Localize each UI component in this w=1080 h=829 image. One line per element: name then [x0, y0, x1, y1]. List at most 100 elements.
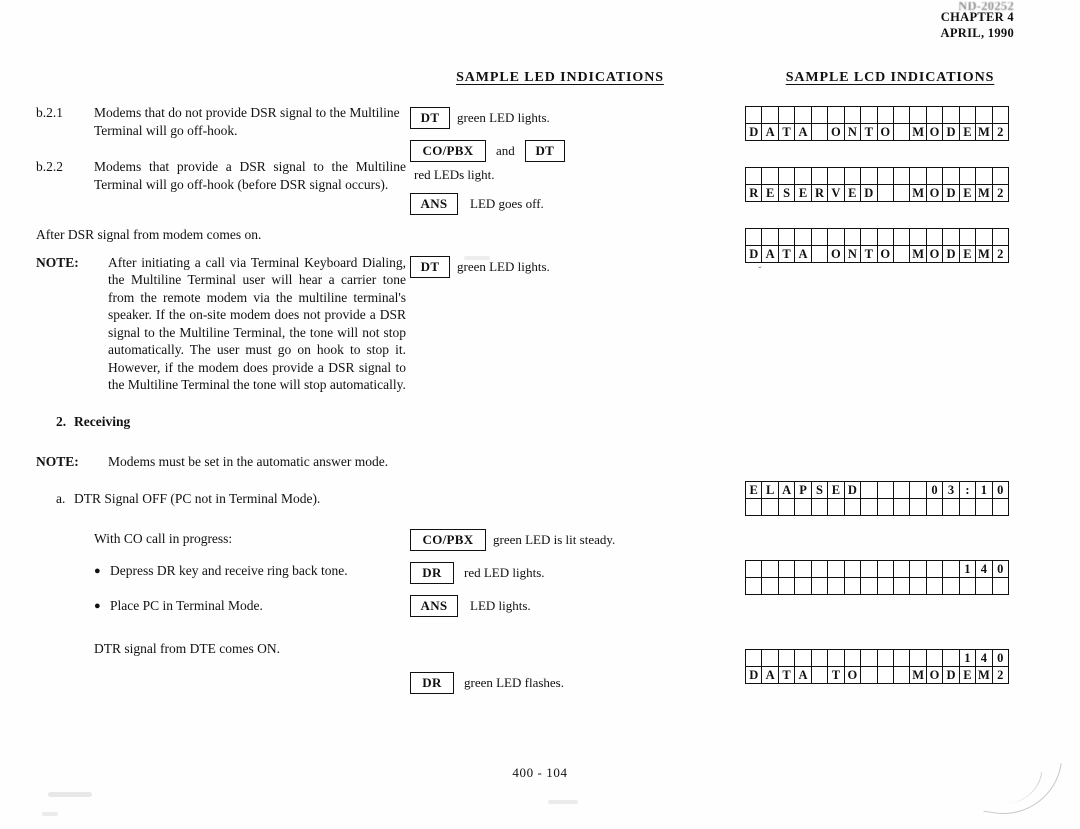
- led-indications-column: SAMPLE LED INDICATIONS DT green LED ligh…: [410, 70, 710, 704]
- lcd-cell: [744, 167, 763, 185]
- led-key-ans[interactable]: ANS: [410, 193, 458, 215]
- lcd-cell: [810, 498, 829, 516]
- lcd-cell: [991, 498, 1010, 516]
- led-key-copbx[interactable]: CO/PBX: [410, 140, 486, 162]
- lcd-cell: A: [761, 666, 779, 684]
- lcd-display-data-onto-modem2-2: DATAONTOMODEM2: [744, 228, 1010, 263]
- led-key-dt[interactable]: DT: [410, 107, 450, 129]
- section-title: Receiving: [74, 413, 131, 429]
- item-text: Modems that provide a DSR signal to the …: [94, 159, 406, 192]
- lcd-cell: [761, 560, 779, 578]
- lcd-cell: [777, 577, 796, 595]
- lcd-cell: 2: [991, 184, 1010, 202]
- lcd-cell: [810, 245, 829, 263]
- lcd-cell: 4: [975, 560, 993, 578]
- lcd-cell: [860, 666, 878, 684]
- led-entry: CO/PBX green LED is lit steady.: [410, 528, 710, 552]
- page-header: ND-20252 CHAPTER 4 APRIL, 1990: [941, 2, 1014, 41]
- lcd-cell: [958, 577, 977, 595]
- lcd-cell: T: [860, 245, 878, 263]
- lcd-cell: [777, 106, 796, 124]
- lcd-cell: [958, 106, 977, 124]
- lcd-cell: V: [827, 184, 845, 202]
- led-entry: DR red LED lights.: [410, 561, 710, 585]
- lcd-cell: O: [827, 245, 845, 263]
- lcd-cell: 4: [975, 649, 993, 667]
- lcd-cell: A: [794, 245, 812, 263]
- lcd-cell: M: [909, 123, 927, 141]
- lcd-cell: [958, 228, 977, 246]
- lcd-cell: D: [942, 184, 960, 202]
- lcd-cell: 3: [942, 481, 960, 499]
- lcd-cell: [892, 184, 911, 202]
- lcd-display-data-to-modem2-140: 140DATATOMODEM2: [744, 649, 1010, 684]
- led-key-dr[interactable]: DR: [410, 562, 454, 584]
- scan-artifact: [464, 256, 490, 260]
- list-item-a: a. DTR Signal OFF (PC not in Terminal Mo…: [36, 490, 406, 508]
- led-key-dt[interactable]: DT: [410, 256, 450, 278]
- led-key-dr[interactable]: DR: [410, 672, 454, 694]
- lcd-row: [744, 106, 1010, 124]
- lcd-cell: [827, 577, 845, 595]
- lcd-cell: S: [777, 184, 796, 202]
- lcd-cell: A: [761, 123, 779, 141]
- lcd-cell: O: [843, 666, 862, 684]
- lcd-cell: [942, 560, 960, 578]
- lcd-cell: A: [794, 666, 812, 684]
- lcd-cell: S: [810, 481, 829, 499]
- lcd-cell: O: [925, 184, 944, 202]
- lcd-cell: [744, 228, 763, 246]
- lcd-cell: E: [843, 184, 862, 202]
- led-key-copbx[interactable]: CO/PBX: [410, 529, 486, 551]
- lcd-row: DATAONTOMODEM2: [744, 245, 1010, 263]
- lcd-cell: D: [942, 666, 960, 684]
- lcd-row: [744, 498, 1010, 516]
- lcd-cell: [827, 106, 845, 124]
- note-text: After initiating a call via Terminal Key…: [108, 254, 406, 393]
- lcd-cell: T: [827, 666, 845, 684]
- lcd-cell: [761, 106, 779, 124]
- lcd-cell: 0: [991, 481, 1010, 499]
- scan-artifact: [48, 792, 92, 797]
- lcd-cell: [744, 498, 763, 516]
- lcd-cell: [827, 560, 845, 578]
- lcd-cell: R: [744, 184, 763, 202]
- lcd-cell: [810, 560, 829, 578]
- lcd-cell: [777, 649, 796, 667]
- bullet-text: Depress DR key and receive ring back ton…: [110, 562, 348, 578]
- lcd-cell: [892, 167, 911, 185]
- lcd-cell: D: [744, 123, 763, 141]
- lcd-cell: O: [876, 123, 894, 141]
- lcd-cell: [744, 577, 763, 595]
- list-item: b.2.1 Modems that do not provide DSR sig…: [36, 104, 406, 139]
- lcd-cell: [761, 577, 779, 595]
- bullet-text: Place PC in Terminal Mode.: [110, 597, 263, 613]
- lcd-cell: [744, 649, 763, 667]
- lcd-cell: [975, 498, 993, 516]
- lcd-cell: [843, 167, 862, 185]
- lcd-cell: 0: [991, 560, 1010, 578]
- lcd-cell: [876, 481, 894, 499]
- led-key-ans[interactable]: ANS: [410, 595, 458, 617]
- with-co-text: With CO call in progress:: [94, 531, 233, 546]
- lcd-cell: [794, 228, 812, 246]
- lcd-cell: D: [942, 245, 960, 263]
- lcd-cell: [958, 167, 977, 185]
- lcd-cell: A: [777, 481, 796, 499]
- lcd-cell: [975, 167, 993, 185]
- lcd-row: 140: [744, 560, 1010, 578]
- lcd-row: DATAONTOMODEM2: [744, 123, 1010, 141]
- lcd-cell: E: [761, 184, 779, 202]
- note-label: NOTE:: [36, 454, 79, 469]
- lcd-cell: [958, 498, 977, 516]
- lcd-cell: [843, 106, 862, 124]
- lcd-cell: [876, 498, 894, 516]
- lcd-cell: E: [958, 666, 977, 684]
- section-number: 2.: [56, 413, 67, 429]
- lcd-cell: [810, 577, 829, 595]
- led-key-dt[interactable]: DT: [524, 140, 565, 162]
- section-heading-receiving: 2. Receiving: [36, 413, 406, 431]
- lcd-cell: [892, 481, 911, 499]
- lcd-cell: [909, 649, 927, 667]
